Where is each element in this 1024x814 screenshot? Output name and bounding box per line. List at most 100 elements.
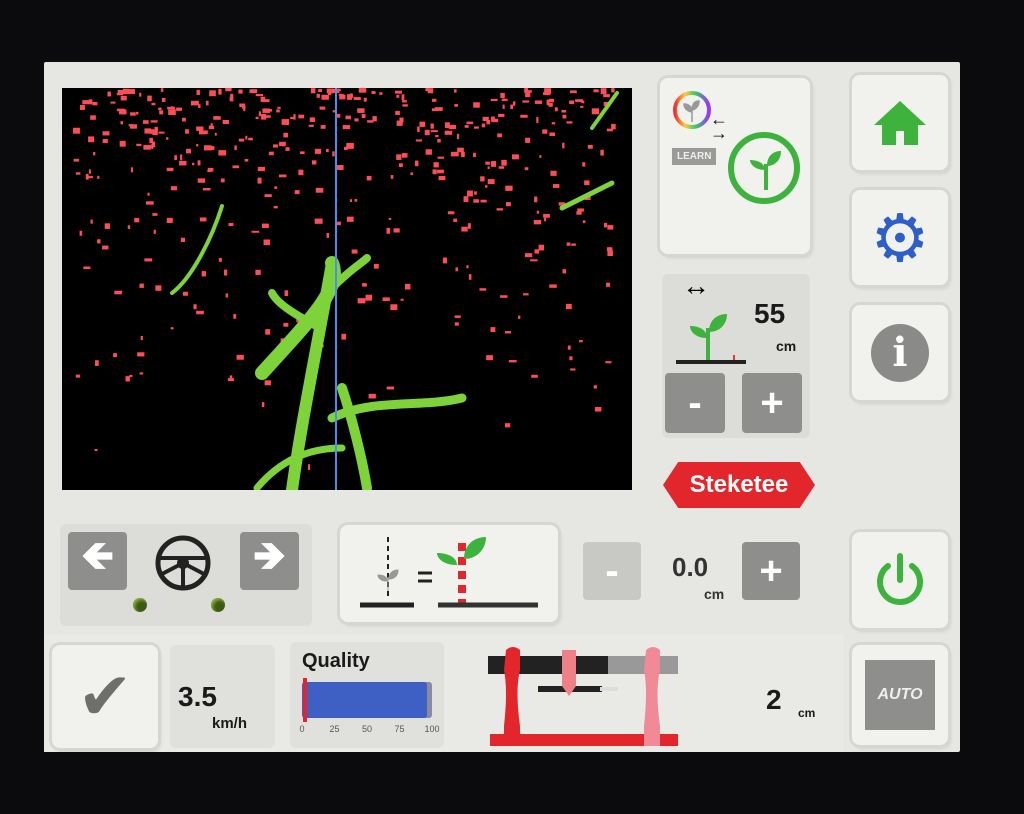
auto-button[interactable]: AUTO [865, 660, 935, 730]
weed-speck [512, 101, 516, 106]
weed-speck [82, 100, 90, 105]
weed-speck [150, 120, 158, 123]
terminal-screen: ←→ LEARN ↔ 55 cm - + Steketee ⚙ i AUTO [44, 62, 960, 752]
weed-speck [584, 180, 590, 186]
weed-speck [467, 223, 471, 229]
confirm-button[interactable]: ✔ [52, 645, 158, 748]
weed-speck [307, 464, 311, 470]
weed-speck [363, 97, 367, 102]
learn-button[interactable]: ← → LEARN [660, 78, 810, 254]
weed-speck [496, 208, 504, 211]
weed-speck [486, 119, 490, 125]
weed-speck [390, 175, 394, 179]
weed-speck [351, 249, 358, 254]
weed-speck [102, 139, 108, 144]
weed-speck [107, 91, 111, 97]
weed-speck [208, 125, 215, 130]
weed-speck [404, 283, 411, 290]
home-icon [874, 100, 926, 145]
weed-speck [398, 163, 403, 167]
weed-speck [415, 139, 423, 142]
weed-speck [196, 126, 204, 131]
weed-speck [607, 250, 613, 257]
weed-speck [606, 247, 613, 252]
weed-speck [518, 315, 521, 319]
offset-plus-button[interactable]: + [742, 542, 800, 600]
weed-speck [128, 89, 136, 95]
speed-value: 3.5 [178, 681, 217, 712]
power-button[interactable] [852, 532, 948, 628]
weed-speck [158, 107, 162, 111]
arrow-left-icon: 🡸 [81, 534, 114, 578]
weed-speck [207, 167, 214, 172]
weed-speck [309, 117, 316, 122]
weed-speck [222, 119, 230, 124]
camera-view [62, 88, 632, 490]
weed-speck [474, 191, 477, 195]
weed-speck [473, 102, 480, 108]
weed-speck [161, 97, 166, 102]
weed-speck [506, 202, 511, 207]
weed-speck [498, 113, 505, 118]
weed-speck [427, 88, 434, 94]
weed-speck [593, 385, 598, 389]
weed-speck [487, 179, 495, 185]
weed-speck [388, 217, 392, 220]
weed-speck [533, 219, 542, 225]
weed-speck [181, 117, 186, 122]
weed-speck [176, 107, 182, 111]
weed-speck [605, 282, 611, 287]
weed-speck [336, 113, 341, 118]
weed-speck [480, 199, 487, 203]
weed-speck [85, 173, 89, 180]
weed-speck [88, 136, 95, 143]
steer-right-button[interactable]: 🡺 [240, 532, 299, 590]
steer-left-button[interactable]: 🡸 [68, 532, 127, 590]
weed-speck [234, 145, 237, 151]
weed-speck [379, 92, 383, 95]
weed-speck [88, 169, 91, 174]
offset-minus-button[interactable]: - [583, 542, 641, 600]
weed-speck [461, 151, 465, 157]
weed-speck [218, 88, 222, 95]
quality-tick: 0 [299, 724, 305, 734]
weed-speck [152, 213, 158, 216]
weed-speck [373, 263, 379, 269]
weed-speck [543, 91, 551, 96]
offset-unit: cm [704, 586, 725, 602]
row-spacing-plus-button[interactable]: + [742, 373, 802, 433]
weed-speck [562, 114, 567, 119]
weed-speck [417, 126, 420, 133]
weed-speck [97, 239, 101, 244]
weed-speck [232, 165, 240, 169]
weed-speck [365, 294, 372, 301]
row-spacing-minus-button[interactable]: - [665, 373, 725, 433]
quality-bar-fill [302, 682, 427, 718]
weed-speck [534, 249, 540, 254]
weed-speck [136, 143, 142, 147]
weed-speck [424, 129, 430, 136]
info-button[interactable]: i [852, 305, 948, 400]
weed-speck [468, 274, 472, 280]
home-button[interactable] [852, 75, 948, 170]
weed-speck [255, 93, 264, 97]
weed-speck [481, 123, 486, 128]
weed-speck [139, 283, 144, 288]
guidance-mode-button[interactable] [340, 525, 558, 622]
weed-speck [166, 137, 169, 140]
weed-speck [425, 149, 432, 155]
weed-speck [94, 448, 98, 452]
weed-speck [139, 372, 144, 375]
weed-speck [158, 131, 165, 134]
weed-speck [419, 121, 426, 127]
weed-speck [473, 199, 479, 203]
weed-speck [174, 155, 177, 161]
settings-button[interactable]: ⚙ [852, 190, 948, 285]
weed-speck [444, 130, 453, 135]
weed-speck [457, 133, 460, 140]
weed-speck [463, 196, 469, 203]
weed-speck [530, 259, 538, 262]
weed-speck [505, 185, 513, 191]
weed-speck [357, 298, 366, 304]
weed-speck [160, 88, 164, 92]
